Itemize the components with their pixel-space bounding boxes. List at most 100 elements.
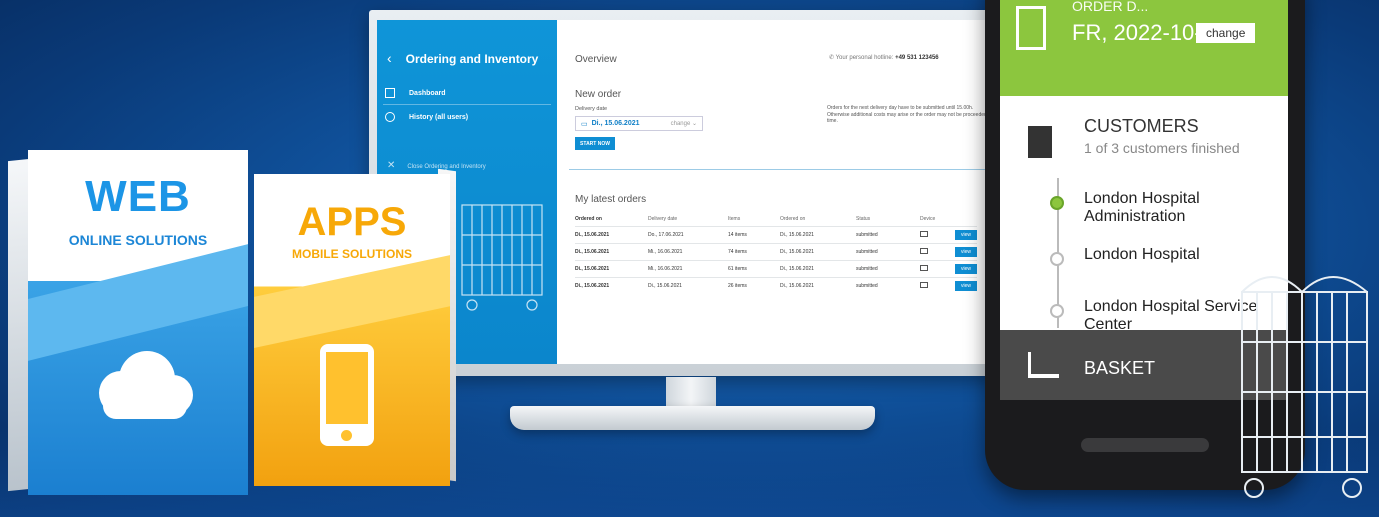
apps-product-box: APPS MOBILE SOLUTIONS (248, 168, 456, 488)
column-header[interactable]: Device (920, 216, 955, 227)
cell-items: 26 items (728, 277, 780, 294)
section-divider (569, 169, 993, 170)
cell-delivery-date: Mi., 16.06.2021 (648, 243, 728, 261)
view-button[interactable]: view (955, 281, 978, 291)
sidebar-title: Ordering and Inventory (405, 52, 539, 66)
hotline-prefix: Your personal hotline: (835, 55, 894, 61)
box-front: APPS MOBILE SOLUTIONS (254, 174, 450, 486)
sidebar-header[interactable]: ‹ Ordering and Inventory (387, 50, 538, 66)
roll-cage-illustration (461, 204, 543, 311)
box-front: WEB ONLINE SOLUTIONS (28, 150, 248, 495)
sidebar-divider (383, 104, 551, 105)
cell-delivery-date: Di., 15.06.2021 (648, 277, 728, 294)
web-product-box: WEB ONLINE SOLUTIONS (8, 140, 248, 495)
column-header[interactable]: Delivery date (648, 216, 728, 227)
calendar-icon (1016, 6, 1046, 50)
cell-ordered-on-2: Di., 15.06.2021 (780, 277, 856, 294)
table-header-row: Ordered on Delivery date Items Ordered o… (575, 216, 977, 227)
customer-status-open-icon (1050, 304, 1064, 318)
column-header[interactable]: Ordered on (575, 216, 648, 227)
table-row[interactable]: Di., 15.06.2021 Do., 17.06.2021 14 items… (575, 226, 978, 244)
column-header[interactable]: Status (856, 216, 920, 227)
sidebar-item-label: History (all users) (409, 113, 469, 121)
table-row[interactable]: Di., 15.06.2021 Di., 15.06.2021 26 items… (575, 277, 978, 294)
monitor: ‹ Ordering and Inventory Dashboard Histor… (369, 10, 1001, 376)
orders-table: Ordered on Delivery date Items Ordered o… (575, 216, 978, 294)
main-content: Overview ✆ Your personal hotline: +49 53… (557, 20, 993, 364)
order-deadline-notice: Orders for the next delivery day have to… (827, 105, 993, 124)
delivery-date-value: Di., 15.06.2021 (591, 120, 640, 127)
start-now-button[interactable]: START NOW (575, 137, 615, 150)
delivery-date-field[interactable]: ▭ Di., 15.06.2021 change ⌄ (575, 116, 703, 131)
change-date-button[interactable]: change (1196, 23, 1256, 43)
cell-status: submitted (856, 243, 920, 261)
customer-status-open-icon (1050, 252, 1064, 266)
table-row[interactable]: Di., 15.06.2021 Mi., 16.06.2021 74 items… (575, 243, 978, 261)
web-box-title: WEB (85, 172, 191, 221)
customer-item[interactable]: London Hospital (1084, 246, 1200, 264)
building-icon (1028, 126, 1052, 158)
hotline: ✆ Your personal hotline: +49 531 123456 (829, 54, 939, 61)
section-title-latest-orders: My latest orders (575, 194, 647, 205)
cell-delivery-date: Mi., 16.06.2021 (648, 260, 728, 278)
column-header[interactable]: Ordered on (780, 216, 856, 227)
cell-status: submitted (856, 260, 920, 278)
chevron-down-icon: ⌄ (691, 121, 697, 127)
clock-icon (385, 112, 395, 122)
box-band (254, 247, 450, 351)
customer-status-done-icon (1050, 196, 1064, 210)
calendar-icon: ▭ (581, 120, 588, 128)
customers-title: CUSTOMERS (1084, 116, 1199, 136)
column-header (955, 216, 977, 227)
web-box-subtitle: ONLINE SOLUTIONS (68, 232, 208, 248)
change-dropdown[interactable]: change ⌄ (671, 120, 697, 127)
cell-ordered-on: Di., 15.06.2021 (575, 283, 610, 289)
page-title: Overview (575, 54, 617, 65)
desktop-icon (920, 265, 928, 271)
desktop-icon (920, 231, 928, 237)
cloud-icon (99, 351, 193, 419)
cart-icon (1028, 352, 1059, 378)
cell-ordered-on-2: Di., 15.06.2021 (780, 226, 856, 244)
phone-order-header: ORDER D... FR, 2022-10-30 change (1000, 0, 1288, 96)
sidebar-item-history[interactable]: History (all users) (385, 112, 468, 122)
table-row[interactable]: Di., 15.06.2021 Mi., 16.06.2021 61 items… (575, 260, 978, 278)
phone-icon: ✆ (829, 55, 836, 61)
view-button[interactable]: view (955, 230, 978, 240)
roll-cage-illustration (1241, 276, 1368, 498)
box-side (8, 158, 30, 492)
view-button[interactable]: view (955, 264, 978, 274)
apps-box-title: APPS (297, 200, 407, 244)
basket-label: BASKET (1084, 358, 1156, 378)
cell-ordered-on: Di., 15.06.2021 (575, 232, 610, 238)
desktop-icon (920, 248, 928, 254)
customers-progress: 1 of 3 customers finished (1084, 140, 1240, 156)
monitor-screen: ‹ Ordering and Inventory Dashboard Histor… (377, 20, 993, 364)
cell-items: 14 items (728, 226, 780, 244)
apps-box-subtitle: MOBILE SOLUTIONS (292, 247, 412, 261)
desktop-icon (920, 282, 928, 288)
customer-item[interactable]: London Hospital Administration (1084, 190, 1288, 226)
cell-ordered-on: Di., 15.06.2021 (575, 266, 610, 272)
cell-ordered-on-2: Di., 15.06.2021 (780, 260, 856, 278)
sidebar-item-label: Dashboard (409, 89, 446, 97)
order-date-label: ORDER D... (1072, 0, 1149, 14)
monitor-stand-neck (666, 377, 716, 407)
change-label: change (670, 121, 691, 127)
hotline-number: +49 531 123456 (895, 55, 939, 61)
sidebar-item-dashboard[interactable]: Dashboard (385, 88, 446, 98)
phone-home-button (1081, 438, 1209, 452)
cell-items: 61 items (728, 260, 780, 278)
dashboard-icon (385, 88, 395, 98)
section-title-new-order: New order (575, 89, 622, 100)
monitor-stand-base (510, 406, 875, 430)
back-chevron-icon[interactable]: ‹ (387, 50, 392, 66)
smartphone-icon (320, 344, 374, 446)
cell-delivery-date: Do., 17.06.2021 (648, 226, 728, 244)
cell-items: 74 items (728, 243, 780, 261)
delivery-date-label: Delivery date (575, 106, 608, 112)
cell-status: submitted (856, 226, 920, 244)
column-header[interactable]: Items (728, 216, 780, 227)
view-button[interactable]: view (955, 247, 978, 257)
cell-status: submitted (856, 277, 920, 294)
